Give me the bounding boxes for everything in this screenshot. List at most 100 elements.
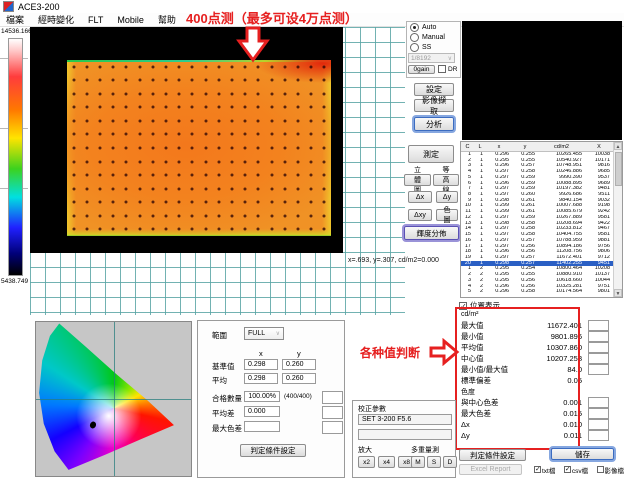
measure-point — [151, 147, 154, 150]
measure-point — [165, 79, 168, 82]
table-col-header: C — [461, 144, 474, 150]
avg-y-field[interactable]: 0.260 — [282, 373, 316, 384]
cie-diagram[interactable] — [35, 321, 192, 477]
multi-S-button[interactable]: S — [427, 456, 441, 468]
stat-label: Δy — [461, 431, 470, 440]
luminance-distribution-button[interactable]: 輝度分佈 — [404, 226, 459, 240]
menu-item[interactable]: 幫助 — [158, 13, 176, 26]
maxdiff-field[interactable] — [244, 421, 280, 432]
scroll-down-icon[interactable]: ▼ — [614, 289, 622, 297]
menu-item[interactable]: FLT — [88, 15, 103, 25]
stat-row: 最小值9801.896 — [458, 331, 586, 342]
measure-point — [138, 65, 141, 68]
measure-point — [217, 147, 220, 150]
measure-point — [178, 92, 181, 95]
measurement-table[interactable]: CLxycd/m2X 110.2960.25510265.45510038210… — [460, 141, 623, 298]
exposure-value: 1/8192 — [411, 55, 431, 62]
base-y-field[interactable]: 0.260 — [282, 359, 316, 370]
radio-icon[interactable] — [410, 23, 419, 32]
delta-y-button[interactable]: Δy — [436, 191, 458, 203]
measure-point — [244, 201, 247, 204]
dr-checkbox-row[interactable]: DR — [438, 65, 457, 73]
measure-point — [323, 92, 326, 95]
table-body[interactable]: 110.2960.25510265.45510038210.2950.25510… — [461, 152, 622, 295]
measure-point — [112, 160, 115, 163]
measure-point — [178, 174, 181, 177]
calibration-value2-field[interactable] — [358, 429, 452, 440]
measure-point — [165, 147, 168, 150]
zoom-x2-button[interactable]: x2 — [358, 456, 375, 468]
luminance-heatmap[interactable] — [67, 60, 331, 236]
stereo-view-button[interactable]: 立體圖 — [404, 174, 431, 186]
range-select[interactable]: FULL ∨ — [244, 327, 284, 340]
file-check-txt檔[interactable]: txt檔 — [534, 465, 555, 475]
multi-D-button[interactable]: D — [443, 456, 457, 468]
menu-item[interactable]: Mobile — [117, 15, 144, 25]
multi-M-button[interactable]: M — [411, 456, 425, 468]
delta-x-button[interactable]: Δx — [408, 191, 432, 203]
stat-value: 0.05 — [567, 376, 582, 385]
avg-x-field[interactable]: 0.298 — [244, 373, 278, 384]
exposure-radio-auto[interactable]: Auto — [410, 23, 460, 32]
gain-button[interactable]: 0gain — [408, 65, 435, 74]
scroll-up-icon[interactable]: ▲ — [614, 142, 622, 150]
scale-max-label: 14536.166 — [1, 28, 32, 35]
measure-point — [85, 160, 88, 163]
measure-point — [283, 160, 286, 163]
exposure-select[interactable]: 1/8192 ∨ — [408, 53, 455, 63]
measure-point — [323, 147, 326, 150]
annotation-points-note: 400点测（最多可设4万点测） — [186, 8, 358, 27]
exposure-radio-manual[interactable]: Manual — [410, 33, 460, 42]
measure-point — [217, 174, 220, 177]
checkbox-icon[interactable] — [597, 466, 604, 473]
measure-point — [165, 187, 168, 190]
radio-icon[interactable] — [410, 33, 419, 42]
scrollbar-thumb[interactable] — [615, 152, 622, 186]
judge-condition-button[interactable]: 判定條件設定 — [459, 449, 526, 461]
judgment-slot — [588, 331, 609, 342]
judge-condition-button[interactable]: 判定條件設定 — [240, 444, 306, 457]
measure-button[interactable]: 測定 — [408, 145, 454, 163]
measure-point — [99, 106, 102, 109]
measure-point — [165, 133, 168, 136]
measure-point — [191, 187, 194, 190]
measure-point — [151, 92, 154, 95]
measure-point — [72, 147, 75, 150]
image-display[interactable] — [30, 27, 343, 253]
analyze-button[interactable]: 分析 — [414, 117, 454, 131]
measure-point — [125, 201, 128, 204]
capture-button[interactable]: 影像擷取 — [414, 99, 454, 112]
delta-xy-button[interactable]: Δxy — [408, 209, 432, 221]
calibration-value-field[interactable]: SET 3-200 F5.6 — [358, 414, 452, 425]
menu-item[interactable]: 檔案 — [6, 13, 24, 26]
judgment-box — [588, 342, 609, 353]
menu-item[interactable]: 經時變化 — [38, 13, 74, 26]
avgdiff-label: 平均差 — [212, 408, 235, 419]
dr-checkbox[interactable] — [438, 65, 446, 73]
measure-point — [270, 201, 273, 204]
checkbox-icon[interactable] — [564, 466, 571, 473]
checkbox-icon[interactable] — [534, 466, 541, 473]
avgdiff-field[interactable]: 0.000 — [244, 406, 280, 417]
measure-point — [151, 214, 154, 217]
zoom-x4-button[interactable]: x4 — [378, 456, 395, 468]
measure-point — [217, 65, 220, 68]
pass-pct-field[interactable]: 100.00% — [244, 391, 280, 402]
file-check-影像檔[interactable]: 影像檔 — [597, 465, 624, 475]
measure-point — [85, 65, 88, 68]
measure-point — [112, 106, 115, 109]
reference-display[interactable] — [462, 21, 622, 140]
contour-button[interactable]: 等高線 — [433, 174, 459, 186]
table-row[interactable]: 520.2960.25810174.5649801 — [461, 289, 622, 295]
measure-point — [85, 119, 88, 122]
measure-point — [297, 106, 300, 109]
base-x-field[interactable]: 0.298 — [244, 359, 278, 370]
file-check-csv檔[interactable]: csv檔 — [564, 465, 588, 475]
save-button[interactable]: 儲存 — [551, 448, 614, 460]
table-scrollbar[interactable]: ▲ ▼ — [613, 142, 622, 297]
measure-point — [310, 147, 313, 150]
radio-icon[interactable] — [410, 43, 419, 52]
color-map-button[interactable]: 色圖 — [436, 209, 458, 221]
exposure-radio-ss[interactable]: SS — [410, 43, 460, 52]
measure-point — [85, 214, 88, 217]
